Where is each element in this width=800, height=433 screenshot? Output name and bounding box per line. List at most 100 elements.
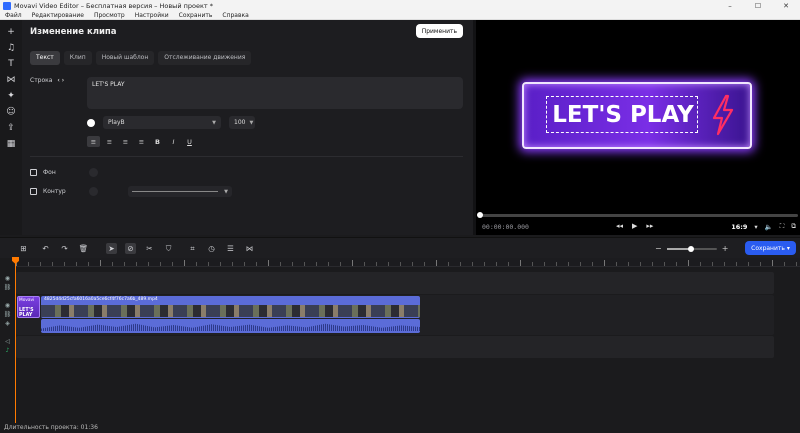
video-visibility-icon[interactable]: ◉ [0, 302, 15, 309]
menu-save[interactable]: Сохранить [174, 12, 218, 19]
pointer-icon[interactable]: ➤ [106, 243, 117, 254]
menu-view[interactable]: Просмотр [89, 12, 130, 19]
timeline-ruler[interactable] [16, 258, 800, 267]
line-nav-arrows[interactable]: ‹ › [57, 77, 64, 84]
stickers-icon[interactable]: ☺ [5, 106, 17, 118]
menu-file[interactable]: Файл [0, 12, 27, 19]
adjust-icon[interactable]: ☰ [225, 243, 236, 254]
marker-icon[interactable]: ⛉ [163, 243, 174, 254]
zoom-slider[interactable] [666, 245, 717, 252]
ruler-tick [784, 262, 785, 266]
ruler-tick [592, 262, 593, 266]
outline-color-swatch[interactable] [89, 187, 98, 196]
tab-clip[interactable]: Клип [63, 51, 92, 65]
align-left-icon[interactable]: ≡ [87, 136, 100, 147]
transitions-icon[interactable]: ⋈ [5, 74, 17, 86]
chevron-down-icon: ▾ [786, 244, 790, 252]
apply-button[interactable]: Применить [415, 24, 463, 38]
menu-help[interactable]: Справка [217, 12, 253, 19]
zoom-out-icon[interactable]: − [655, 244, 662, 253]
divider [30, 156, 463, 157]
audio-clip[interactable] [41, 319, 420, 333]
underline-icon[interactable]: U [183, 136, 196, 147]
maximize-button[interactable]: ☐ [744, 2, 772, 10]
save-button[interactable]: Сохранить ▾ [745, 241, 796, 255]
chevron-down-icon[interactable]: ▾ [754, 223, 757, 231]
video-mute-icon[interactable]: ◈ [0, 320, 15, 327]
align-justify-icon[interactable]: ≡ [135, 136, 148, 147]
tab-new-template[interactable]: Новый шаблон [95, 51, 155, 65]
export-icon[interactable]: ⇪ [5, 122, 17, 134]
more-icon[interactable]: ▦ [5, 138, 17, 150]
minimize-button[interactable]: – [716, 2, 744, 10]
overlay-track[interactable] [16, 272, 774, 294]
zoom-knob[interactable] [687, 245, 694, 252]
speed-icon[interactable]: ◷ [206, 243, 217, 254]
menu-settings[interactable]: Настройки [130, 12, 174, 19]
outline-style-select[interactable]: ▼ [128, 186, 232, 197]
title-overlay[interactable]: LET'S PLAY [522, 82, 752, 149]
zoom-in-icon[interactable]: + [722, 244, 729, 253]
align-right-icon[interactable]: ≡ [119, 136, 132, 147]
text-icon[interactable]: T [5, 58, 17, 70]
track-link-icon[interactable]: ⛓ [0, 284, 15, 291]
detach-preview-icon[interactable]: ⧉ [791, 222, 796, 231]
font-family-select[interactable]: PlayB ▼ [103, 116, 221, 129]
music-note-icon[interactable]: ♫ [5, 42, 17, 54]
track-visibility-icon[interactable]: ◉ [0, 275, 15, 282]
text-selection-box[interactable]: LET'S PLAY [546, 96, 698, 133]
outline-checkbox[interactable]: Контур [30, 188, 66, 195]
audio-mute-icon[interactable]: ◁ [0, 338, 15, 345]
font-row: PlayB ▼ 100 ▼ [87, 116, 255, 129]
ruler-tick [520, 260, 521, 266]
delete-icon[interactable]: 🗑 [78, 243, 89, 254]
close-button[interactable]: ✕ [772, 2, 800, 10]
title-clip[interactable]: Movavi LET'S PLAY [17, 296, 40, 318]
italic-icon[interactable]: I [167, 136, 180, 147]
plus-icon[interactable]: + [5, 26, 17, 38]
ruler-tick [688, 260, 689, 266]
volume-icon[interactable]: 🔈 [765, 223, 773, 231]
play-icon[interactable]: ▶ [632, 222, 637, 230]
ruler-tick [532, 262, 533, 266]
timeline-zoom: − + [655, 244, 728, 253]
skip-back-icon[interactable]: ◂◂ [616, 222, 623, 230]
crop-icon[interactable]: ⌗ [187, 243, 198, 254]
ruler-tick [268, 260, 269, 266]
magic-wand-icon[interactable]: ✦ [5, 90, 17, 102]
redo-icon[interactable]: ↷ [59, 243, 70, 254]
text-input[interactable]: LET'S PLAY [87, 77, 463, 109]
video-clip[interactable]: 4825d4d25cfa6016a0a5ce6cf4f76c7a6b_489.m… [41, 296, 420, 318]
audio-track[interactable] [16, 336, 774, 358]
scrubber-knob[interactable] [477, 212, 483, 218]
checkbox-box[interactable] [30, 188, 37, 195]
ruler-tick [580, 262, 581, 266]
playhead[interactable] [15, 262, 16, 426]
ruler-tick [652, 262, 653, 266]
audio-track-icon[interactable]: ♪ [0, 347, 15, 354]
ripple-icon[interactable]: ⊘ [125, 243, 136, 254]
fullscreen-icon[interactable]: ⛶ [780, 222, 785, 231]
undo-icon[interactable]: ↶ [40, 243, 51, 254]
add-track-icon[interactable]: ⊞ [18, 243, 29, 254]
tab-text[interactable]: Текст [30, 51, 60, 65]
aspect-ratio-select[interactable]: 16:9 [731, 223, 747, 231]
app-icon [3, 1, 11, 10]
background-color-swatch[interactable] [89, 168, 98, 177]
ruler-tick [148, 262, 149, 266]
checkbox-box[interactable] [30, 169, 37, 176]
background-checkbox[interactable]: Фон [30, 169, 56, 176]
skip-forward-icon[interactable]: ▸▸ [646, 222, 653, 230]
preview-scrubber[interactable] [477, 212, 798, 218]
video-lock-icon[interactable]: ⛓ [0, 311, 15, 318]
menu-edit[interactable]: Редактирование [27, 12, 89, 19]
tab-motion-tracking[interactable]: Отслеживание движения [158, 51, 252, 65]
align-center-icon[interactable]: ≡ [103, 136, 116, 147]
font-size-select[interactable]: 100 ▼ [229, 116, 255, 129]
bold-icon[interactable]: B [151, 136, 164, 147]
ruler-tick [280, 262, 281, 266]
scissors-icon[interactable]: ✂ [144, 243, 155, 254]
font-color-swatch[interactable] [87, 118, 95, 127]
ruler-tick [484, 262, 485, 266]
transitions-icon[interactable]: ⋈ [244, 243, 255, 254]
